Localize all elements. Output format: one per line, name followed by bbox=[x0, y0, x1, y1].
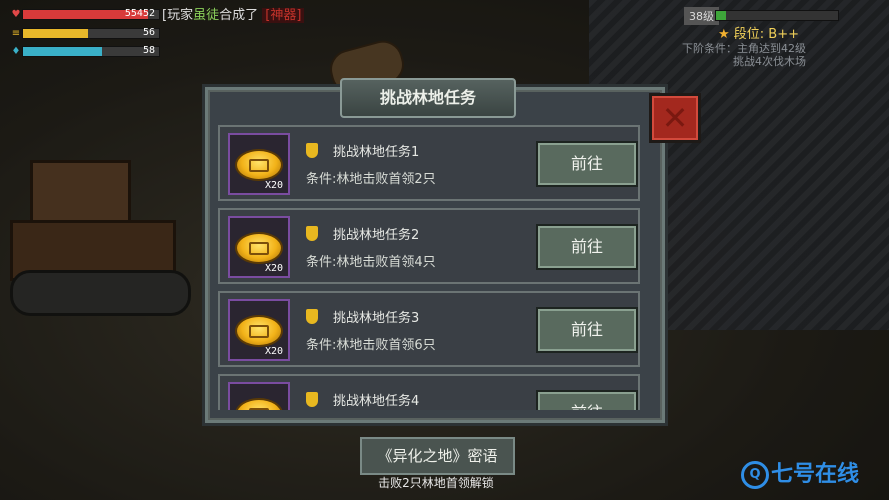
chat-message: [玩家虽徒合成了 [神器] bbox=[162, 4, 305, 23]
energy-value: 56 bbox=[142, 27, 155, 38]
chat-action: 合成了 bbox=[219, 8, 259, 23]
coin-stack-icon: ≡ bbox=[11, 28, 21, 39]
chat-prefix: [玩家 bbox=[162, 8, 194, 23]
task-condition: 条件:林地击败首领2只 bbox=[306, 172, 436, 187]
reward-quantity: X20 bbox=[264, 346, 283, 357]
drop-icon: ♦ bbox=[11, 46, 21, 57]
watermark-text: 七号在线 bbox=[771, 462, 860, 487]
star-icon: ★ bbox=[718, 27, 730, 42]
close-button[interactable]: ✕ bbox=[649, 93, 701, 143]
energy-track: 56 bbox=[22, 27, 160, 39]
task-condition: 条件:林地击败首领6只 bbox=[306, 338, 436, 353]
task-row: X20 挑战林地任务3 条件:林地击败首领6只 前往 bbox=[218, 291, 640, 367]
xp-fill bbox=[716, 11, 726, 20]
task-row: 挑战林地任务4 前往 bbox=[218, 374, 640, 410]
chat-player-name: 虽徒 bbox=[193, 8, 220, 23]
unlock-hint: 击败2只林地首领解锁 bbox=[378, 476, 494, 490]
task-list[interactable]: X20 挑战林地任务1 条件:林地击败首领2只 前往 X20 挑战林地任务2 条… bbox=[218, 120, 645, 410]
mana-value: 58 bbox=[142, 45, 155, 56]
shield-icon bbox=[306, 226, 318, 241]
task-condition: 条件:林地击败首领4只 bbox=[306, 255, 436, 270]
mana-bar: ♦ 58 bbox=[10, 45, 160, 57]
player-level: 38级 bbox=[684, 7, 719, 25]
reward-quantity: X20 bbox=[264, 180, 283, 191]
heart-icon: ♥ bbox=[11, 9, 21, 20]
energy-bar: ≡ 56 bbox=[10, 27, 160, 39]
next-rank-level-condition: 下阶条件：主角达到42级 bbox=[682, 42, 806, 55]
next-rank-conditions: 下阶条件：主角达到42级 挑战4次伐木场 bbox=[656, 42, 806, 68]
shield-icon bbox=[306, 309, 318, 324]
shield-icon bbox=[306, 392, 318, 407]
secret-button[interactable]: 《异化之地》密语 bbox=[360, 437, 515, 475]
next-rank-task-condition: 挑战4次伐木场 bbox=[733, 55, 806, 68]
rank-display: ★ 段位: B++ bbox=[718, 23, 799, 42]
gold-coin-icon bbox=[235, 398, 283, 410]
mana-track: 58 bbox=[22, 45, 160, 57]
reward-slot[interactable]: X20 bbox=[228, 133, 290, 195]
reward-slot[interactable]: X20 bbox=[228, 299, 290, 361]
gold-coin-icon bbox=[235, 232, 283, 264]
go-button[interactable]: 前往 bbox=[536, 390, 638, 410]
task-name: 挑战林地任务2 bbox=[333, 228, 420, 243]
reward-slot[interactable] bbox=[228, 382, 290, 410]
go-button[interactable]: 前往 bbox=[536, 307, 638, 353]
go-button[interactable]: 前往 bbox=[536, 224, 638, 270]
hp-track: 55452 bbox=[22, 8, 160, 20]
task-name: 挑战林地任务1 bbox=[333, 145, 420, 160]
chat-item: [神器] bbox=[262, 8, 305, 23]
task-row: X20 挑战林地任务2 条件:林地击败首领4只 前往 bbox=[218, 208, 640, 284]
reward-slot[interactable]: X20 bbox=[228, 216, 290, 278]
go-button[interactable]: 前往 bbox=[536, 141, 638, 187]
gold-coin-icon bbox=[235, 149, 283, 181]
hp-value: 55452 bbox=[124, 8, 155, 19]
xp-bar bbox=[715, 10, 839, 21]
close-icon: ✕ bbox=[661, 99, 689, 137]
rank-text: 段位: B++ bbox=[733, 27, 800, 42]
shield-icon bbox=[306, 143, 318, 158]
energy-fill bbox=[23, 29, 89, 38]
mana-fill bbox=[23, 47, 102, 56]
gold-coin-icon bbox=[235, 315, 283, 347]
watermark-logo-icon: Q bbox=[741, 461, 769, 489]
watermark: Q 七号在线 bbox=[741, 456, 859, 489]
hp-bar: ♥ 55452 bbox=[10, 8, 160, 20]
modal-title: 挑战林地任务 bbox=[340, 78, 516, 118]
task-name: 挑战林地任务4 bbox=[333, 394, 420, 409]
reward-quantity: X20 bbox=[264, 263, 283, 274]
task-name: 挑战林地任务3 bbox=[333, 311, 420, 326]
task-row: X20 挑战林地任务1 条件:林地击败首领2只 前往 bbox=[218, 125, 640, 201]
